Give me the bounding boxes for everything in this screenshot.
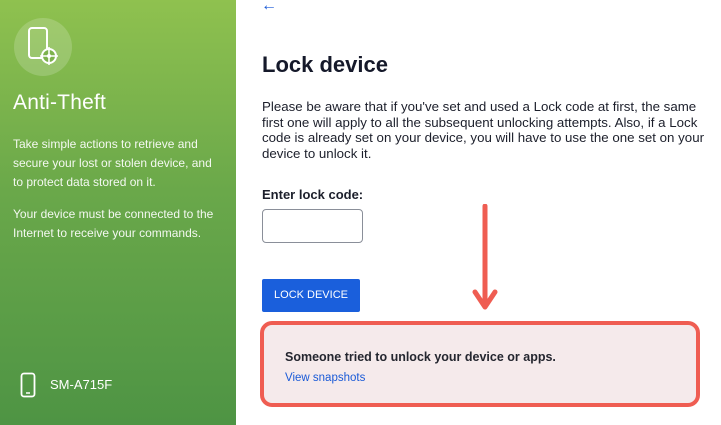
unlock-attempt-alert: Someone tried to unlock your device or a… — [260, 321, 700, 407]
lock-code-input[interactable] — [262, 209, 363, 243]
sidebar-connection-note: Your device must be connected to the Int… — [13, 207, 214, 240]
back-arrow-icon[interactable]: ← — [261, 0, 277, 15]
sidebar-description: Take simple actions to retrieve and secu… — [13, 137, 212, 189]
page-title: Lock device — [262, 52, 388, 77]
app-icon-badge — [14, 18, 72, 76]
lock-info-text: Please be aware that if you've set and u… — [262, 99, 705, 161]
app-title: Anti-Theft — [13, 91, 107, 114]
lock-device-button[interactable]: LOCK DEVICE — [262, 279, 360, 312]
smartphone-icon — [20, 372, 36, 398]
arrow-down-icon — [472, 204, 498, 310]
sidebar: Anti-Theft Take simple actions to retrie… — [0, 0, 236, 425]
phone-target-icon — [28, 27, 58, 65]
device-name: SM-A715F — [50, 377, 113, 392]
lock-code-label: Enter lock code: — [262, 187, 364, 202]
alert-title: Someone tried to unlock your device or a… — [285, 350, 556, 364]
view-snapshots-link[interactable]: View snapshots — [285, 372, 365, 384]
